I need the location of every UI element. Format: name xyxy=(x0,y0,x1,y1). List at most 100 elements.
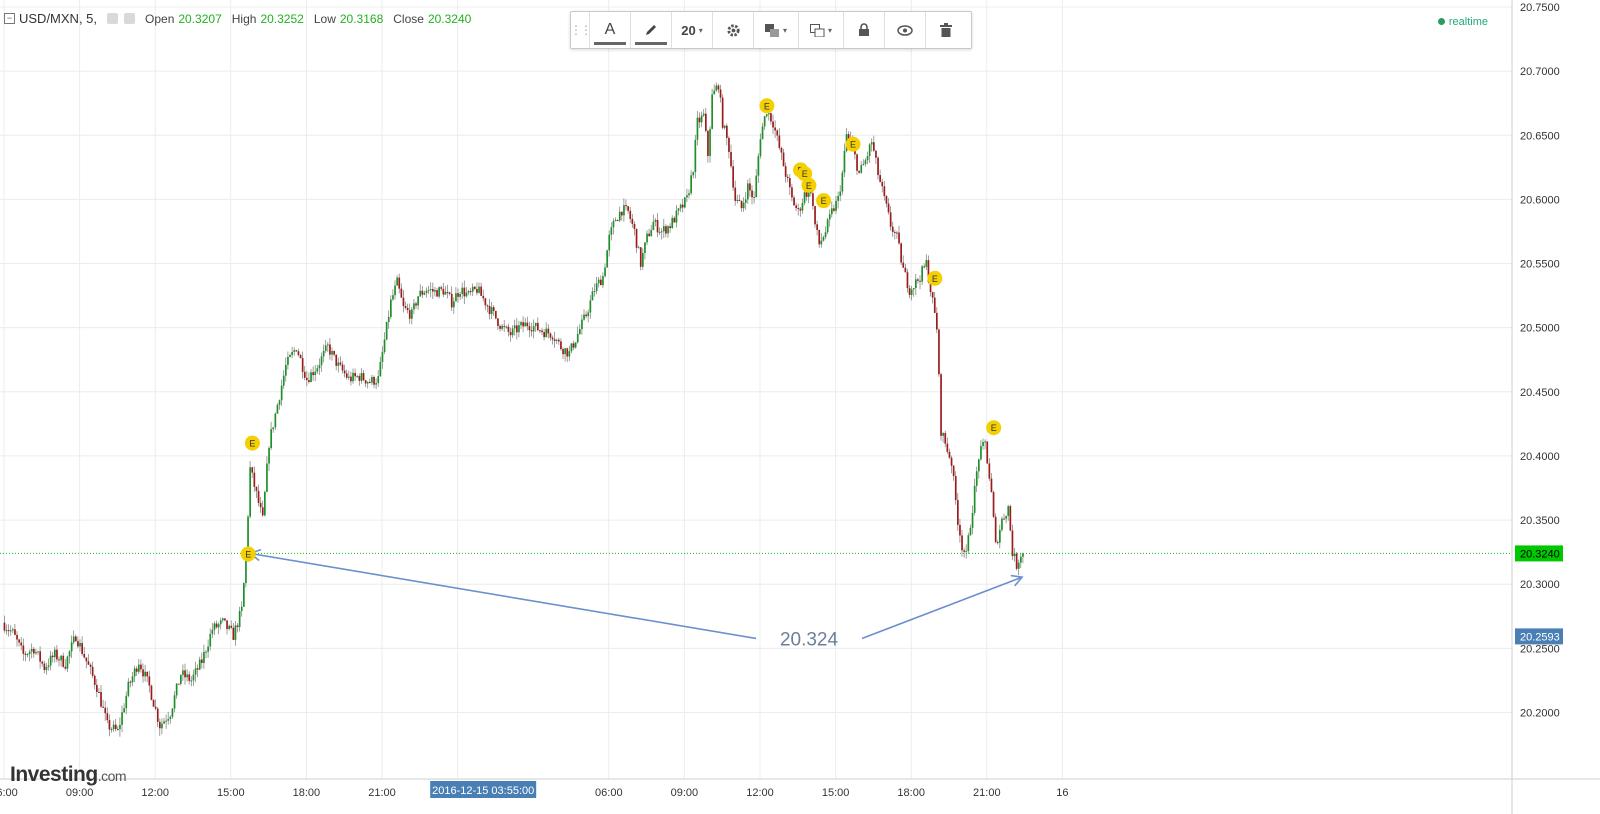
candle-body xyxy=(457,293,459,297)
arrow-line-right xyxy=(861,576,1023,640)
candle-body xyxy=(994,516,997,543)
candle-body xyxy=(264,491,266,516)
candle-body xyxy=(110,729,113,731)
candle-body xyxy=(282,375,285,386)
candle-body xyxy=(230,625,233,628)
fill-color-button[interactable]: ▾ xyxy=(754,12,799,48)
candle-body xyxy=(167,719,170,721)
candle-body xyxy=(278,400,281,405)
candle-body xyxy=(207,646,209,652)
candle-body xyxy=(331,350,333,355)
candle-body xyxy=(711,94,713,129)
candle-body xyxy=(421,290,424,295)
candle-body xyxy=(814,206,816,225)
candle-body xyxy=(604,267,606,277)
candle-body xyxy=(119,724,121,730)
candle-body xyxy=(936,312,938,330)
candle-body xyxy=(215,623,218,628)
line-color-icon xyxy=(809,23,825,37)
text-tool-button[interactable]: A xyxy=(590,12,631,48)
candle-body xyxy=(610,227,613,235)
candle-body xyxy=(394,285,396,296)
line-color-button[interactable]: ▾ xyxy=(799,12,844,48)
candle-body xyxy=(919,280,921,282)
candle-body xyxy=(948,451,951,458)
candle-body xyxy=(518,325,520,333)
candle-body xyxy=(379,361,382,377)
candle-body xyxy=(524,322,527,327)
x-tick-label: 06:00 xyxy=(0,787,18,799)
candle-body xyxy=(553,339,556,341)
event-marker-letter: E xyxy=(991,423,997,433)
candle-body xyxy=(142,669,144,677)
x-tick-label: 09:00 xyxy=(66,787,94,799)
candle-body xyxy=(862,164,865,166)
candle-body xyxy=(135,668,138,672)
candle-body xyxy=(631,218,634,224)
candle-body xyxy=(551,337,554,340)
candle-body xyxy=(805,192,808,197)
candle-body xyxy=(5,630,8,632)
candle-body xyxy=(570,343,573,352)
candle-body xyxy=(259,502,262,508)
candle-body xyxy=(826,219,829,233)
candle-body xyxy=(866,156,869,161)
candle-body xyxy=(127,681,130,696)
candle-body xyxy=(463,287,466,297)
candle-body xyxy=(694,139,697,173)
candle-body xyxy=(251,467,254,473)
candle-body xyxy=(274,413,277,428)
candle-body xyxy=(381,351,384,362)
candle-body xyxy=(797,208,800,210)
brand-name: Investing xyxy=(10,763,98,786)
pencil-tool-button[interactable] xyxy=(631,12,672,48)
candle-body xyxy=(7,630,10,632)
status-dot-icon xyxy=(1437,18,1445,25)
candle-body xyxy=(856,154,858,171)
candle-body xyxy=(96,684,98,692)
candle-body xyxy=(41,661,44,664)
candle-body xyxy=(868,144,871,157)
delete-button[interactable] xyxy=(926,12,966,48)
candle-body xyxy=(24,653,27,655)
candle-body xyxy=(339,362,342,365)
candle-body xyxy=(188,674,191,681)
symbol-title[interactable]: USD/MXN, 5, xyxy=(19,11,97,26)
candle-body xyxy=(81,642,83,654)
eye-icon[interactable] xyxy=(107,13,119,24)
price-annotation-arrows[interactable]: 20.324 xyxy=(248,548,1024,651)
candle-body xyxy=(589,300,592,313)
candle-body xyxy=(860,165,863,173)
lock-button[interactable] xyxy=(844,12,885,48)
candle-body xyxy=(795,205,797,209)
candle-body xyxy=(444,291,447,295)
candle-body xyxy=(20,642,23,646)
candle-body xyxy=(68,651,71,657)
settings-icon[interactable] xyxy=(124,13,136,24)
settings-button[interactable] xyxy=(713,12,754,48)
price-chart[interactable]: 20.324 EEEEEEEEEE 20.750020.700020.65002… xyxy=(0,0,1600,814)
drag-handle-icon[interactable]: ⋮⋮ xyxy=(570,12,592,48)
candle-body xyxy=(415,303,417,306)
candle-body xyxy=(520,322,522,326)
candle-body xyxy=(26,654,29,656)
candle-body xyxy=(921,266,923,282)
candle-body xyxy=(465,292,468,297)
candle-body xyxy=(600,279,602,286)
event-marker-letter: E xyxy=(249,439,255,449)
candle-body xyxy=(858,170,860,173)
collapse-legend-icon[interactable]: − xyxy=(4,13,15,24)
candle-body xyxy=(627,206,629,211)
font-size-dropdown[interactable]: 20 ▾ xyxy=(672,12,713,48)
candle-body xyxy=(933,297,936,313)
realtime-indicator: realtime xyxy=(1437,16,1488,28)
candle-body xyxy=(159,721,161,729)
candle-body xyxy=(591,291,594,301)
candle-body xyxy=(690,175,692,194)
candle-body xyxy=(579,329,581,334)
visibility-button[interactable] xyxy=(885,12,926,48)
pencil-icon xyxy=(646,25,656,35)
candle-body xyxy=(530,330,533,332)
candle-body xyxy=(434,290,436,292)
candle-body xyxy=(495,310,497,319)
